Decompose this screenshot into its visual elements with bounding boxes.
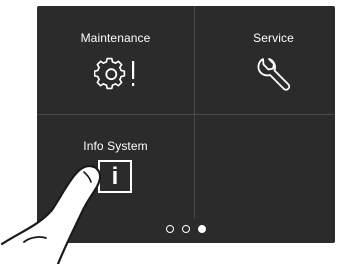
tile-maintenance-label: Maintenance — [80, 31, 151, 45]
tile-service-label: Service — [253, 31, 294, 45]
wrench-icon — [257, 58, 290, 91]
tile-service[interactable]: Service — [195, 6, 342, 114]
menu-panel: Maintenance Service Info System i — [37, 6, 335, 243]
tile-info-system-label: Info System — [83, 139, 148, 153]
gear-alert-icon — [93, 57, 134, 90]
info-icon: i — [98, 160, 132, 193]
tile-info-system[interactable]: Info System i — [37, 115, 194, 223]
page-indicator — [37, 225, 335, 237]
screen: Maintenance Service Info System i — [0, 0, 342, 264]
tile-empty — [195, 115, 342, 223]
info-icon-glyph: i — [111, 163, 119, 190]
page-dot-1[interactable] — [166, 225, 174, 233]
page-dot-3-active[interactable] — [198, 225, 206, 233]
tile-maintenance[interactable]: Maintenance — [37, 6, 194, 114]
page-dot-2[interactable] — [182, 225, 190, 233]
